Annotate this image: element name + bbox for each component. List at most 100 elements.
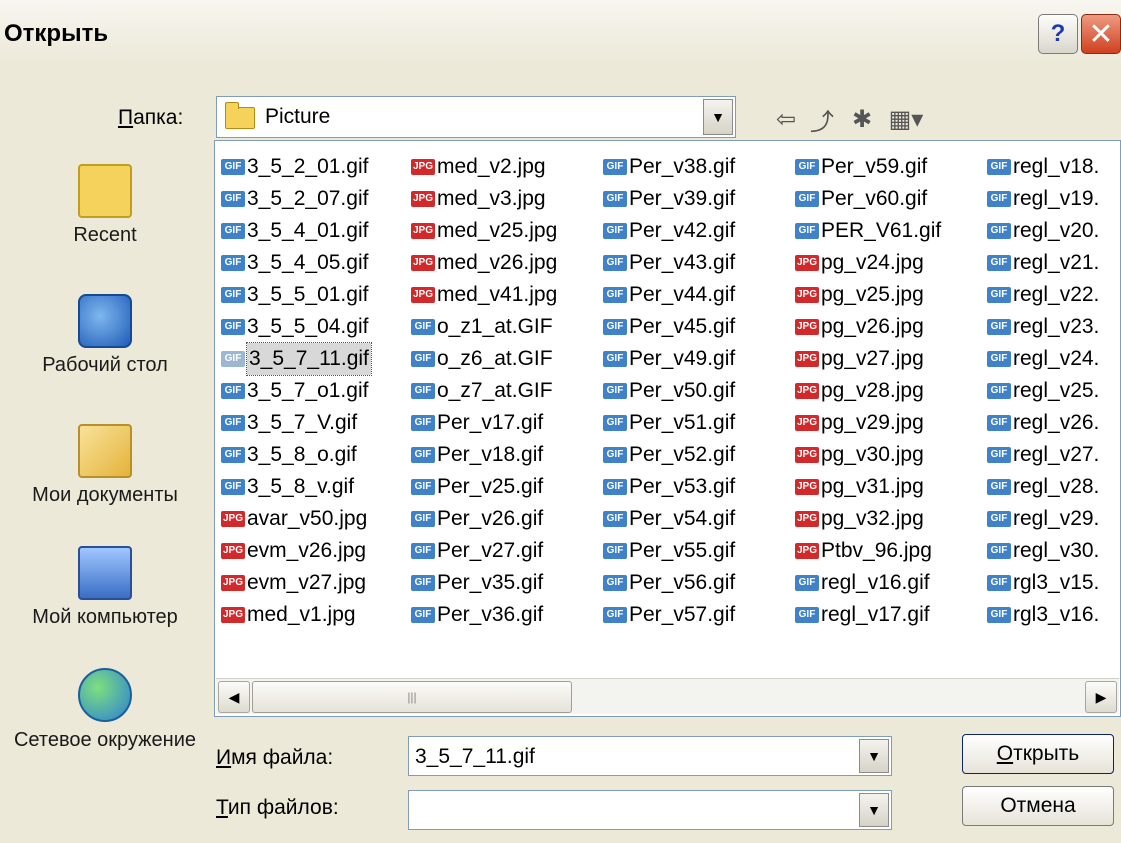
file-item[interactable]: GIF regl_v26. — [987, 407, 1099, 439]
filename-input[interactable]: 3_5_7_11.gif ▼ — [408, 736, 892, 776]
chevron-down-icon[interactable]: ▼ — [703, 99, 733, 135]
close-button[interactable]: ✕ — [1081, 14, 1121, 54]
file-item[interactable]: GIF Per_v36.gif — [411, 599, 557, 631]
file-item[interactable]: GIF Per_v43.gif — [603, 247, 735, 279]
file-item[interactable]: JPG pg_v32.jpg — [795, 503, 941, 535]
file-item[interactable]: JPG pg_v27.jpg — [795, 343, 941, 375]
file-item[interactable]: GIF 3_5_4_05.gif — [221, 247, 371, 279]
file-item[interactable]: JPG med_v26.jpg — [411, 247, 557, 279]
file-item[interactable]: GIF Per_v17.gif — [411, 407, 557, 439]
file-item[interactable]: JPG avar_v50.jpg — [221, 503, 371, 535]
view-menu-icon[interactable]: ▦▾ — [884, 102, 928, 136]
file-item[interactable]: GIF 3_5_7_o1.gif — [221, 375, 371, 407]
file-item[interactable]: GIF Per_v49.gif — [603, 343, 735, 375]
file-item[interactable]: GIF regl_v19. — [987, 183, 1099, 215]
place-my-documents[interactable]: Мои документы — [0, 424, 210, 507]
file-item[interactable]: JPG pg_v31.jpg — [795, 471, 941, 503]
file-item[interactable]: GIF 3_5_7_V.gif — [221, 407, 371, 439]
file-item[interactable]: GIF regl_v18. — [987, 151, 1099, 183]
file-item[interactable]: GIF Per_v56.gif — [603, 567, 735, 599]
filetype-select[interactable]: ▼ — [408, 790, 892, 830]
chevron-down-icon[interactable]: ▼ — [859, 793, 889, 827]
file-item[interactable]: GIF Per_v27.gif — [411, 535, 557, 567]
file-item[interactable]: GIF regl_v24. — [987, 343, 1099, 375]
file-item[interactable]: JPG Ptbv_96.jpg — [795, 535, 941, 567]
help-button[interactable]: ? — [1038, 14, 1078, 54]
file-item[interactable]: GIF Per_v53.gif — [603, 471, 735, 503]
new-folder-icon[interactable]: ✱ — [846, 102, 878, 136]
file-item[interactable]: JPG med_v41.jpg — [411, 279, 557, 311]
file-item[interactable]: GIF 3_5_4_01.gif — [221, 215, 371, 247]
file-item[interactable]: GIF 3_5_2_07.gif — [221, 183, 371, 215]
file-item[interactable]: JPG med_v2.jpg — [411, 151, 557, 183]
file-item[interactable]: GIF 3_5_5_01.gif — [221, 279, 371, 311]
file-item[interactable]: JPG pg_v24.jpg — [795, 247, 941, 279]
file-item[interactable]: GIF 3_5_7_11.gif — [221, 342, 372, 376]
file-item[interactable]: GIF Per_v59.gif — [795, 151, 941, 183]
file-item[interactable]: GIF Per_v39.gif — [603, 183, 735, 215]
up-folder-icon[interactable]: ⤴ — [806, 102, 838, 136]
file-item[interactable]: GIF Per_v25.gif — [411, 471, 557, 503]
file-item[interactable]: GIF regl_v25. — [987, 375, 1099, 407]
file-item[interactable]: GIF Per_v54.gif — [603, 503, 735, 535]
file-list[interactable]: GIF 3_5_2_01.gif GIF 3_5_2_07.gif GIF 3_5_4_0… — [214, 140, 1121, 717]
file-item[interactable]: GIF Per_v51.gif — [603, 407, 735, 439]
file-item[interactable]: JPG pg_v29.jpg — [795, 407, 941, 439]
cancel-button[interactable]: Отмена — [962, 786, 1114, 826]
horizontal-scrollbar[interactable]: ◀ ||| ▶ — [216, 678, 1119, 714]
file-item[interactable]: GIF Per_v42.gif — [603, 215, 735, 247]
file-item[interactable]: GIF Per_v35.gif — [411, 567, 557, 599]
place-network[interactable]: Сетевое окружение — [0, 668, 210, 752]
file-item[interactable]: GIF PER_V61.gif — [795, 215, 941, 247]
scroll-thumb[interactable]: ||| — [252, 681, 572, 713]
place-my-computer[interactable]: Мой компьютер — [0, 546, 210, 629]
file-item[interactable]: GIF 3_5_8_v.gif — [221, 471, 371, 503]
file-item[interactable]: JPG pg_v26.jpg — [795, 311, 941, 343]
file-item[interactable]: GIF rgl3_v16. — [987, 599, 1099, 631]
file-item[interactable]: GIF 3_5_8_o.gif — [221, 439, 371, 471]
file-item[interactable]: JPG pg_v28.jpg — [795, 375, 941, 407]
file-item[interactable]: GIF Per_v52.gif — [603, 439, 735, 471]
scroll-left-icon[interactable]: ◀ — [218, 681, 250, 713]
file-item[interactable]: JPG pg_v30.jpg — [795, 439, 941, 471]
open-button[interactable]: Открыть — [962, 734, 1114, 774]
file-item[interactable]: GIF regl_v17.gif — [795, 599, 941, 631]
file-item[interactable]: GIF o_z7_at.GIF — [411, 375, 557, 407]
file-item[interactable]: GIF Per_v18.gif — [411, 439, 557, 471]
place-desktop[interactable]: Рабочий стол — [0, 294, 210, 377]
file-item[interactable]: GIF Per_v50.gif — [603, 375, 735, 407]
file-item[interactable]: GIF 3_5_5_04.gif — [221, 311, 371, 343]
file-item[interactable]: GIF regl_v21. — [987, 247, 1099, 279]
scroll-right-icon[interactable]: ▶ — [1085, 681, 1117, 713]
file-item[interactable]: GIF Per_v57.gif — [603, 599, 735, 631]
file-item[interactable]: GIF regl_v20. — [987, 215, 1099, 247]
file-item[interactable]: GIF regl_v16.gif — [795, 567, 941, 599]
file-item[interactable]: JPG med_v1.jpg — [221, 599, 371, 631]
file-item[interactable]: GIF rgl3_v15. — [987, 567, 1099, 599]
file-item[interactable]: GIF Per_v38.gif — [603, 151, 735, 183]
file-item[interactable]: JPG evm_v27.jpg — [221, 567, 371, 599]
chevron-down-icon[interactable]: ▼ — [859, 739, 889, 773]
file-item[interactable]: GIF regl_v28. — [987, 471, 1099, 503]
file-item[interactable]: GIF o_z1_at.GIF — [411, 311, 557, 343]
file-item[interactable]: JPG pg_v25.jpg — [795, 279, 941, 311]
folder-combo[interactable]: Picture ▼ — [216, 96, 736, 138]
file-item[interactable]: GIF Per_v26.gif — [411, 503, 557, 535]
file-item[interactable]: GIF Per_v55.gif — [603, 535, 735, 567]
file-item[interactable]: GIF o_z6_at.GIF — [411, 343, 557, 375]
file-item[interactable]: GIF regl_v30. — [987, 535, 1099, 567]
file-item[interactable]: GIF regl_v23. — [987, 311, 1099, 343]
file-item[interactable]: JPG med_v3.jpg — [411, 183, 557, 215]
place-recent[interactable]: Recent — [0, 164, 210, 247]
file-item[interactable]: JPG med_v25.jpg — [411, 215, 557, 247]
file-item[interactable]: GIF regl_v22. — [987, 279, 1099, 311]
file-item[interactable]: GIF 3_5_2_01.gif — [221, 151, 371, 183]
back-icon[interactable]: ⇦ — [770, 102, 802, 136]
file-item[interactable]: GIF Per_v60.gif — [795, 183, 941, 215]
file-name: o_z7_at.GIF — [437, 379, 553, 402]
file-item[interactable]: JPG evm_v26.jpg — [221, 535, 371, 567]
file-item[interactable]: GIF regl_v27. — [987, 439, 1099, 471]
file-item[interactable]: GIF Per_v44.gif — [603, 279, 735, 311]
file-item[interactable]: GIF Per_v45.gif — [603, 311, 735, 343]
file-item[interactable]: GIF regl_v29. — [987, 503, 1099, 535]
